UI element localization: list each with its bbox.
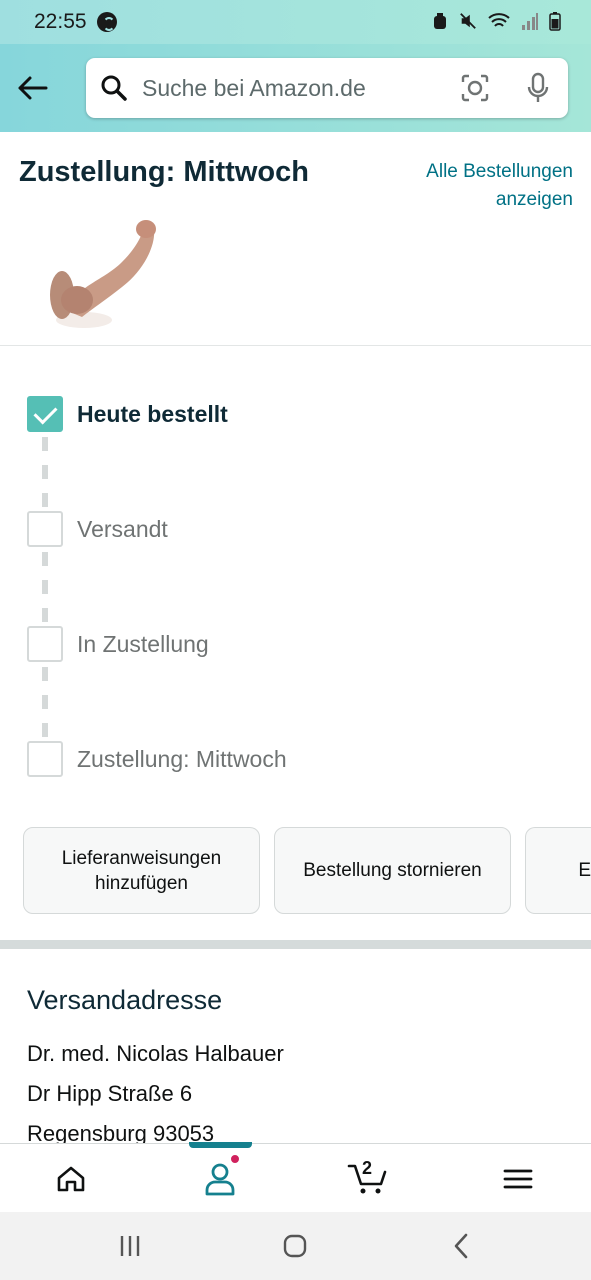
arrow-left-icon xyxy=(18,76,48,100)
app-header xyxy=(0,44,591,132)
tracker-step-shipped: Versandt xyxy=(27,511,168,547)
tracker-connector xyxy=(42,723,48,737)
delivery-instructions-line2: hinzufügen xyxy=(95,872,188,894)
status-icons xyxy=(431,11,561,31)
battery-icon xyxy=(549,12,561,31)
alarm-icon xyxy=(434,13,446,29)
more-action-button[interactable]: E xyxy=(525,827,591,914)
recent-apps-icon xyxy=(120,1236,140,1256)
shipping-address-section: Versandadresse Dr. med. Nicolas Halbauer… xyxy=(27,985,567,1143)
menu-icon xyxy=(503,1169,533,1188)
shazam-icon xyxy=(96,12,117,32)
nav-menu[interactable] xyxy=(468,1144,568,1213)
address-line-city: Regensburg 93053 xyxy=(27,1121,215,1143)
tracker-step-label: In Zustellung xyxy=(77,630,209,657)
all-orders-link-line2: anzeigen xyxy=(495,189,573,210)
tracker-connector xyxy=(42,465,48,479)
checkbox-empty-icon xyxy=(27,626,63,662)
checkbox-empty-icon xyxy=(27,511,63,547)
tracker-connector xyxy=(42,608,48,622)
cancel-order-button[interactable]: Bestellung stornieren xyxy=(274,827,511,914)
search-input[interactable] xyxy=(142,74,460,102)
chevron-left-icon xyxy=(454,1233,468,1259)
signal-icon xyxy=(522,13,538,30)
home-system-icon xyxy=(283,1234,307,1258)
mute-icon xyxy=(460,13,476,29)
back-button[interactable] xyxy=(10,66,54,110)
status-bar: 22:55 xyxy=(0,0,591,44)
checkbox-empty-icon xyxy=(27,741,63,777)
all-orders-link-line1: Alle Bestellungen xyxy=(426,161,573,182)
delivery-section: Zustellung: Mittwoch Alle Bestellungen a… xyxy=(0,132,591,346)
mic-icon[interactable] xyxy=(526,72,550,104)
delivery-instructions-label: Lieferanweisungen hinzufügen xyxy=(62,846,222,896)
address-line-name: Dr. med. Nicolas Halbauer xyxy=(27,1041,284,1066)
tracker-connector xyxy=(42,493,48,507)
tracker-step-ordered: Heute bestellt xyxy=(27,396,228,432)
tracker-connector xyxy=(42,437,48,451)
tracker-step-delivery: Zustellung: Mittwoch xyxy=(27,741,287,777)
tracker-connector xyxy=(42,552,48,566)
home-icon xyxy=(57,1166,85,1191)
screen: 22:55 Suche bei Amazon.de Zustellung: Mi… xyxy=(0,0,591,1280)
cart-count-badge: 2 xyxy=(362,1158,373,1178)
tracker-step-label: Heute bestellt xyxy=(77,400,228,427)
recent-apps-button[interactable] xyxy=(110,1230,150,1262)
account-icon xyxy=(205,1163,235,1195)
tracker-step-label: Zustellung: Mittwoch xyxy=(77,745,287,772)
delivery-instructions-button[interactable]: Lieferanweisungen hinzufügen xyxy=(23,827,260,914)
system-nav-bar xyxy=(0,1212,591,1280)
camera-icon[interactable] xyxy=(460,73,490,103)
address-line-street: Dr Hipp Straße 6 xyxy=(27,1081,193,1106)
page-title: Zustellung: Mittwoch xyxy=(19,156,309,188)
nav-home[interactable] xyxy=(21,1144,121,1213)
tracker-step-out-for-delivery: In Zustellung xyxy=(27,626,209,662)
home-system-button[interactable] xyxy=(275,1230,315,1262)
order-tracker: Heute bestellt Versandt In Zustellung Zu… xyxy=(0,347,591,807)
shipping-address-title: Versandadresse xyxy=(27,985,223,1015)
all-orders-link[interactable]: Alle Bestellungen anzeigen xyxy=(373,158,573,214)
section-divider xyxy=(0,940,591,949)
bottom-nav: 2 xyxy=(0,1142,591,1213)
wifi-icon xyxy=(488,13,510,27)
tracker-connector xyxy=(42,580,48,594)
action-buttons-row: Lieferanweisungen hinzufügen Bestellung … xyxy=(0,827,591,915)
notification-dot xyxy=(229,1153,241,1165)
back-system-button[interactable] xyxy=(441,1230,481,1262)
tracker-connector xyxy=(42,667,48,681)
tracker-connector xyxy=(42,695,48,709)
nav-account[interactable] xyxy=(170,1144,270,1213)
tracker-step-label: Versandt xyxy=(77,515,168,542)
search-icon xyxy=(101,75,127,101)
search-box[interactable] xyxy=(86,58,568,118)
delivery-instructions-line1: Lieferanweisungen xyxy=(61,847,222,869)
check-icon xyxy=(27,396,63,432)
product-image[interactable] xyxy=(42,217,162,329)
status-time: 22:55 xyxy=(34,10,87,33)
